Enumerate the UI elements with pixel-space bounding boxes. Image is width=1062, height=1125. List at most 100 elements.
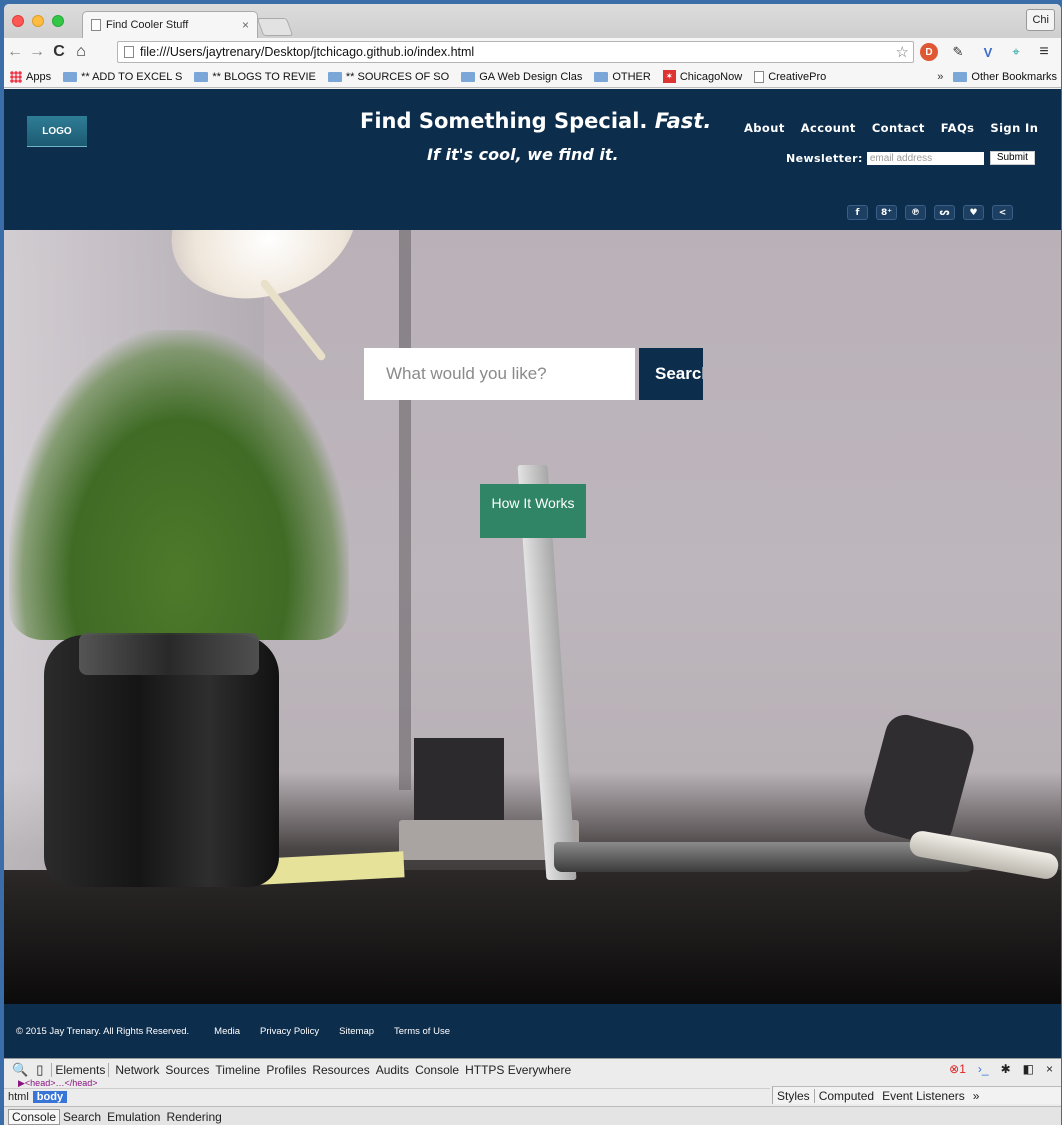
console-drawer-icon[interactable]: ›_ [978,1062,989,1076]
reload-icon[interactable]: C [48,43,70,61]
back-icon[interactable]: ← [4,43,26,61]
devtools-tabs: 🔍 ▯ Elements Network Sources Timeline Pr… [4,1059,1061,1081]
bookmark-star-icon[interactable]: ☆ [896,43,913,61]
bookmark-folder[interactable]: OTHER [594,71,651,83]
nav-sign-in[interactable]: Sign In [990,121,1038,135]
site-tagline: If it's cool, we find it. [427,145,619,164]
headline-text: Find Something Special. [360,109,648,133]
close-window-button[interactable] [12,15,24,27]
hero-photo [860,710,978,850]
devtools-tab-network[interactable]: Network [115,1063,159,1077]
duckduckgo-icon[interactable]: D [920,43,938,61]
vimeo-extension-icon[interactable]: V [979,43,997,61]
browser-tab[interactable]: Find Cooler Stuff × [82,11,258,38]
drawer-tab-console[interactable]: Console [8,1108,61,1125]
footer-link-sitemap[interactable]: Sitemap [339,1026,374,1037]
facebook-icon[interactable]: f [847,205,868,220]
drawer-tab-rendering[interactable]: Rendering [163,1110,224,1124]
devtools-panel: 🔍 ▯ Elements Network Sources Timeline Pr… [4,1058,1061,1125]
bookmark-folder[interactable]: ** ADD TO EXCEL S [63,71,182,83]
drawer-tab-emulation[interactable]: Emulation [104,1110,163,1124]
devtools-tab-timeline[interactable]: Timeline [215,1063,260,1077]
devtools-tab-audits[interactable]: Audits [376,1063,409,1077]
bookmark-label: ** SOURCES OF SO [345,70,450,83]
drawer-tabs: Console Search Emulation Rendering [4,1106,1061,1125]
pinterest-icon[interactable]: ℗ [905,205,926,220]
nav-faqs[interactable]: FAQs [941,121,975,135]
bookmark-folder[interactable]: GA Web Design Clas [461,71,582,83]
evernote-icon[interactable]: ✎ [949,43,967,61]
drawer-tab-search[interactable]: Search [60,1110,104,1124]
other-bookmarks[interactable]: Other Bookmarks [953,71,1057,83]
crumb-body[interactable]: body [32,1090,68,1103]
bookmark-label: Apps [26,70,52,83]
devtools-tab-profiles[interactable]: Profiles [266,1063,306,1077]
nav-account[interactable]: Account [801,121,856,135]
settings-gear-icon[interactable]: ✱ [1001,1062,1011,1076]
profile-button[interactable]: Chi [1026,9,1055,31]
how-it-works-button[interactable]: How It Works [480,484,586,538]
tab-styles[interactable]: Styles [773,1088,815,1103]
bookmark-label: ChicagoNow [679,70,743,83]
extension-icon[interactable]: ⌖ [1007,43,1025,61]
newsletter-email-input[interactable] [866,151,984,165]
tab-event-listeners[interactable]: Event Listeners [878,1089,969,1103]
minimize-window-button[interactable] [32,15,44,27]
page-icon [754,70,765,83]
crumb-html[interactable]: html [4,1091,33,1103]
footer-link-terms[interactable]: Terms of Use [394,1026,450,1037]
dock-side-icon[interactable]: ◧ [1023,1062,1034,1076]
bookmark-label: Other Bookmarks [971,70,1057,83]
bookmark-chicagonow[interactable]: ✶ ChicagoNow [662,70,743,83]
twitter-icon[interactable]: ♥ [963,205,984,220]
search-form: Search [364,348,703,400]
google-plus-icon[interactable]: 8⁺ [876,205,897,220]
sidebar-more-icon[interactable]: » [969,1089,984,1103]
newsletter-form: Newsletter: Submit [786,151,1035,165]
menu-icon[interactable]: ≡ [1035,43,1053,61]
nav-contact[interactable]: Contact [872,121,925,135]
footer-link-media[interactable]: Media [214,1026,240,1037]
sidebar-tabs: Styles Computed Event Listeners » [772,1086,1061,1104]
inspect-search-icon[interactable]: 🔍 [12,1062,28,1078]
forward-icon[interactable]: → [26,43,48,61]
bookmark-creativepro[interactable]: CreativePro [754,70,826,83]
site-footer: © 2015 Jay Trenary. All Rights Reserved.… [4,1004,1061,1058]
error-count[interactable]: ⊗1 [949,1062,966,1076]
bookmark-folder[interactable]: ** BLOGS TO REVIE [194,71,316,83]
tab-strip: Find Cooler Stuff × Chi [4,4,1061,38]
newsletter-label: Newsletter: [786,151,863,165]
bookmarks-bar: Apps ** ADD TO EXCEL S ** BLOGS TO REVIE… [4,66,1061,88]
page-icon [124,46,134,58]
bookmark-apps[interactable]: Apps [4,70,52,83]
search-button[interactable]: Search [639,348,703,400]
bookmark-folder[interactable]: ** SOURCES OF SO [327,70,450,83]
devtools-tab-elements[interactable]: Elements [51,1063,110,1077]
nav-about[interactable]: About [744,121,785,135]
folder-icon [63,71,78,82]
devtools-tab-resources[interactable]: Resources [312,1063,369,1077]
devtools-tab-https-everywhere[interactable]: HTTPS Everywhere [465,1063,571,1077]
close-devtools-icon[interactable]: × [1046,1062,1053,1076]
bookmark-label: ** BLOGS TO REVIE [212,70,316,83]
hero-photo [414,738,504,828]
newsletter-submit-button[interactable]: Submit [989,151,1035,165]
url-text[interactable]: file:///Users/jaytrenary/Desktop/jtchica… [140,45,896,59]
home-icon[interactable]: ⌂ [70,43,92,61]
devtools-tab-sources[interactable]: Sources [165,1063,209,1077]
site-logo[interactable]: LOGO [27,116,87,147]
share-icon[interactable]: < [992,205,1013,220]
zoom-window-button[interactable] [52,15,64,27]
page-viewport: LOGO Find Something Special. Fast. If it… [4,89,1061,1058]
site-headline: Find Something Special. Fast. [360,109,711,133]
tab-computed[interactable]: Computed [815,1089,878,1103]
stumbleupon-icon[interactable]: ᔕ [934,205,955,220]
devtools-tab-console[interactable]: Console [415,1063,459,1077]
new-tab-button[interactable] [256,18,294,36]
device-mode-icon[interactable]: ▯ [36,1062,43,1078]
footer-link-privacy[interactable]: Privacy Policy [260,1026,319,1037]
bookmarks-overflow-icon[interactable]: » [937,71,943,83]
close-tab-icon[interactable]: × [242,18,249,32]
search-input[interactable] [364,348,635,400]
address-bar[interactable]: file:///Users/jaytrenary/Desktop/jtchica… [117,41,914,63]
